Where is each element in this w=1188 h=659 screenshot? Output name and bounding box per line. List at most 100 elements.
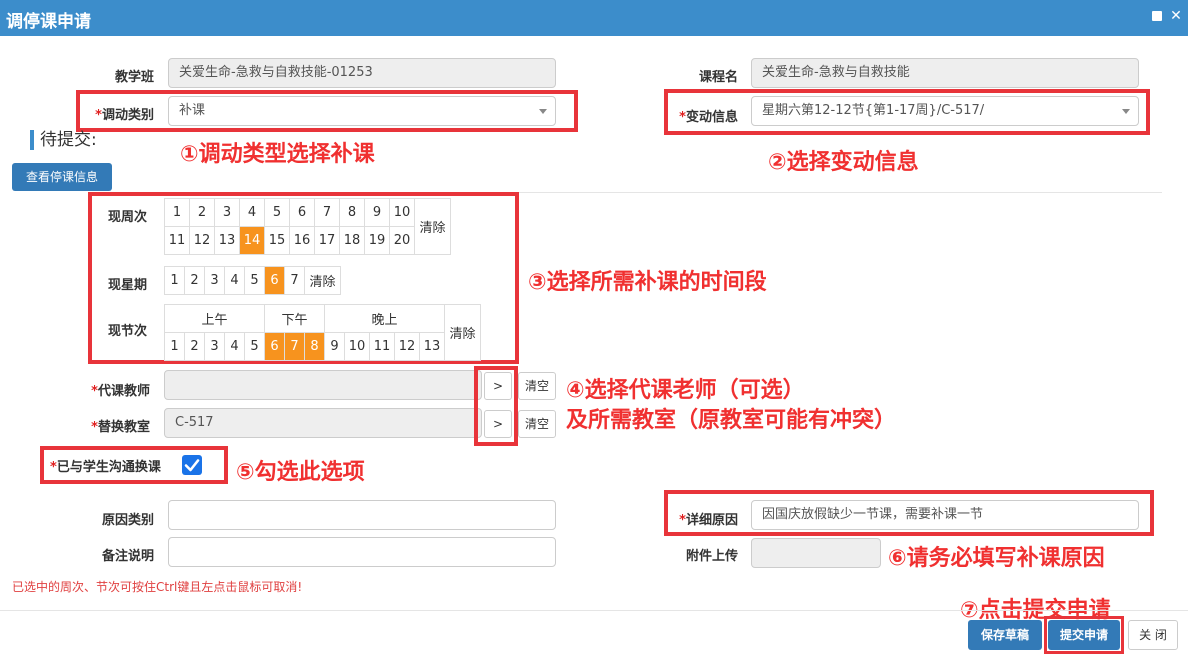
week-grid: 1 2 3 4 5 6 7 8 9 10 清除 11 12 13 14 15 16 17 18 19 20 xyxy=(164,198,451,255)
remark-label: 备注说明 xyxy=(101,549,154,564)
period-cell[interactable]: 7 xyxy=(284,332,305,361)
period-cell[interactable]: 12 xyxy=(394,332,420,361)
week-cell[interactable]: 10 xyxy=(389,198,415,227)
week-cell[interactable]: 9 xyxy=(364,198,390,227)
annotation-6: ⑥请务必填写补课原因 xyxy=(888,546,1105,571)
course-label: 课程名 xyxy=(698,70,738,85)
period-clear-button[interactable]: 清除 xyxy=(444,304,481,361)
change-info-label: *变动信息 xyxy=(679,110,738,125)
checkmark-icon xyxy=(184,459,200,472)
week-cell[interactable]: 14 xyxy=(239,226,265,255)
week-cell[interactable]: 15 xyxy=(264,226,290,255)
pending-title: 待提交: xyxy=(30,130,97,150)
week-cell[interactable]: 6 xyxy=(289,198,315,227)
class-label: 教学班 xyxy=(114,70,154,85)
week-cell[interactable]: 1 xyxy=(164,198,190,227)
week-cell[interactable]: 19 xyxy=(364,226,390,255)
week-clear-button[interactable]: 清除 xyxy=(414,198,451,255)
change-type-label: *调动类别 xyxy=(95,108,154,123)
dialog-title: 调停课申请 xyxy=(6,12,91,32)
sub-teacher-field[interactable] xyxy=(164,370,482,400)
communicated-label: *已与学生沟通换课 xyxy=(50,460,161,475)
period-cell[interactable]: 13 xyxy=(419,332,445,361)
weekday-cell[interactable]: 5 xyxy=(244,266,265,295)
annotation-5: ⑤勾选此选项 xyxy=(236,460,365,485)
weekday-cell[interactable]: 1 xyxy=(164,266,185,295)
week-cell[interactable]: 7 xyxy=(314,198,340,227)
weekday-cell[interactable]: 3 xyxy=(204,266,225,295)
dialog: 调停课申请 ✕ 教学班 关爱生命-急救与自救技能-01253 课程名 关爱生命-… xyxy=(0,0,1188,659)
detail-reason-label: *详细原因 xyxy=(679,513,738,528)
week-cell[interactable]: 13 xyxy=(214,226,240,255)
close-button[interactable]: 关 闭 xyxy=(1128,620,1178,650)
weekday-cell[interactable]: 6 xyxy=(264,266,285,295)
save-draft-button[interactable]: 保存草稿 xyxy=(968,620,1042,650)
room-field[interactable]: C-517 xyxy=(164,408,482,438)
submit-button[interactable]: 提交申请 xyxy=(1048,620,1120,650)
detail-reason-field[interactable]: 因国庆放假缺少一节课，需要补课一节 xyxy=(751,500,1139,530)
period-cell[interactable]: 1 xyxy=(164,332,185,361)
title-bar: 调停课申请 ✕ xyxy=(0,0,1188,36)
change-info-value: 星期六第12-12节{第1-17周}/C-517/ xyxy=(762,103,985,118)
annotation-4-line2: 及所需教室（原教室可能有冲突） xyxy=(566,408,897,433)
change-type-label-text: 调动类别 xyxy=(101,108,154,123)
week-cell[interactable]: 12 xyxy=(189,226,215,255)
weekday-cell[interactable]: 4 xyxy=(224,266,245,295)
period-cell[interactable]: 2 xyxy=(184,332,205,361)
communicated-label-text: 已与学生沟通换课 xyxy=(56,460,161,475)
communicated-checkbox[interactable] xyxy=(182,455,202,475)
weekday-cell[interactable]: 7 xyxy=(284,266,305,295)
maximize-icon[interactable] xyxy=(1152,11,1162,21)
period-cell[interactable]: 3 xyxy=(204,332,225,361)
annotation-1: ①调动类型选择补课 xyxy=(180,142,375,167)
week-cell[interactable]: 11 xyxy=(164,226,190,255)
period-cell[interactable]: 6 xyxy=(264,332,285,361)
annotation-4-line1: ④选择代课老师（可选） xyxy=(566,378,805,403)
change-type-select[interactable]: 补课 xyxy=(168,96,556,126)
annotation-2: ②选择变动信息 xyxy=(768,150,919,175)
room-label: *替换教室 xyxy=(91,420,150,435)
view-suspension-button[interactable]: 查看停课信息 xyxy=(12,163,112,191)
period-cell[interactable]: 5 xyxy=(244,332,265,361)
week-cell[interactable]: 5 xyxy=(264,198,290,227)
close-icon[interactable]: ✕ xyxy=(1170,9,1182,23)
period-grid: 上午 下午 晚上 清除 1 2 3 4 5 6 7 8 9 10 11 12 13 xyxy=(164,304,481,361)
change-info-select[interactable]: 星期六第12-12节{第1-17周}/C-517/ xyxy=(751,96,1139,126)
weekday-clear-button[interactable]: 清除 xyxy=(304,266,341,295)
clear-room-button[interactable]: 清空 xyxy=(518,410,556,438)
period-cell[interactable]: 8 xyxy=(304,332,325,361)
week-cell[interactable]: 3 xyxy=(214,198,240,227)
week-cell[interactable]: 8 xyxy=(339,198,365,227)
period-cell[interactable]: 10 xyxy=(344,332,370,361)
highlight-pick-buttons xyxy=(474,366,518,446)
room-label-text: 替换教室 xyxy=(97,420,150,435)
weekday-grid: 1 2 3 4 5 6 7 清除 xyxy=(164,266,341,295)
period-label: 现节次 xyxy=(108,324,148,339)
week-cell[interactable]: 17 xyxy=(314,226,340,255)
period-group-header[interactable]: 下午 xyxy=(264,304,325,333)
change-type-value: 补课 xyxy=(179,103,206,118)
chevron-down-icon xyxy=(539,109,547,114)
hint-text: 已选中的周次、节次可按住Ctrl键且左点击鼠标可取消! xyxy=(12,580,303,594)
attachment-label: 附件上传 xyxy=(685,549,738,564)
period-group-header[interactable]: 晚上 xyxy=(324,304,445,333)
remark-field[interactable] xyxy=(168,537,556,567)
week-label: 现周次 xyxy=(108,210,148,225)
period-cell[interactable]: 4 xyxy=(224,332,245,361)
week-cell[interactable]: 16 xyxy=(289,226,315,255)
period-group-header[interactable]: 上午 xyxy=(164,304,265,333)
week-cell[interactable]: 20 xyxy=(389,226,415,255)
week-cell[interactable]: 4 xyxy=(239,198,265,227)
period-cell[interactable]: 9 xyxy=(324,332,345,361)
week-cell[interactable]: 18 xyxy=(339,226,365,255)
course-field: 关爱生命-急救与自救技能 xyxy=(751,58,1139,88)
weekday-label: 现星期 xyxy=(108,278,148,293)
week-cell[interactable]: 2 xyxy=(189,198,215,227)
footer-divider xyxy=(0,610,1188,611)
period-cell[interactable]: 11 xyxy=(369,332,395,361)
attachment-field[interactable] xyxy=(751,538,881,568)
reason-type-field[interactable] xyxy=(168,500,556,530)
weekday-cell[interactable]: 2 xyxy=(184,266,205,295)
clear-teacher-button[interactable]: 清空 xyxy=(518,372,556,400)
change-info-label-text: 变动信息 xyxy=(685,110,738,125)
